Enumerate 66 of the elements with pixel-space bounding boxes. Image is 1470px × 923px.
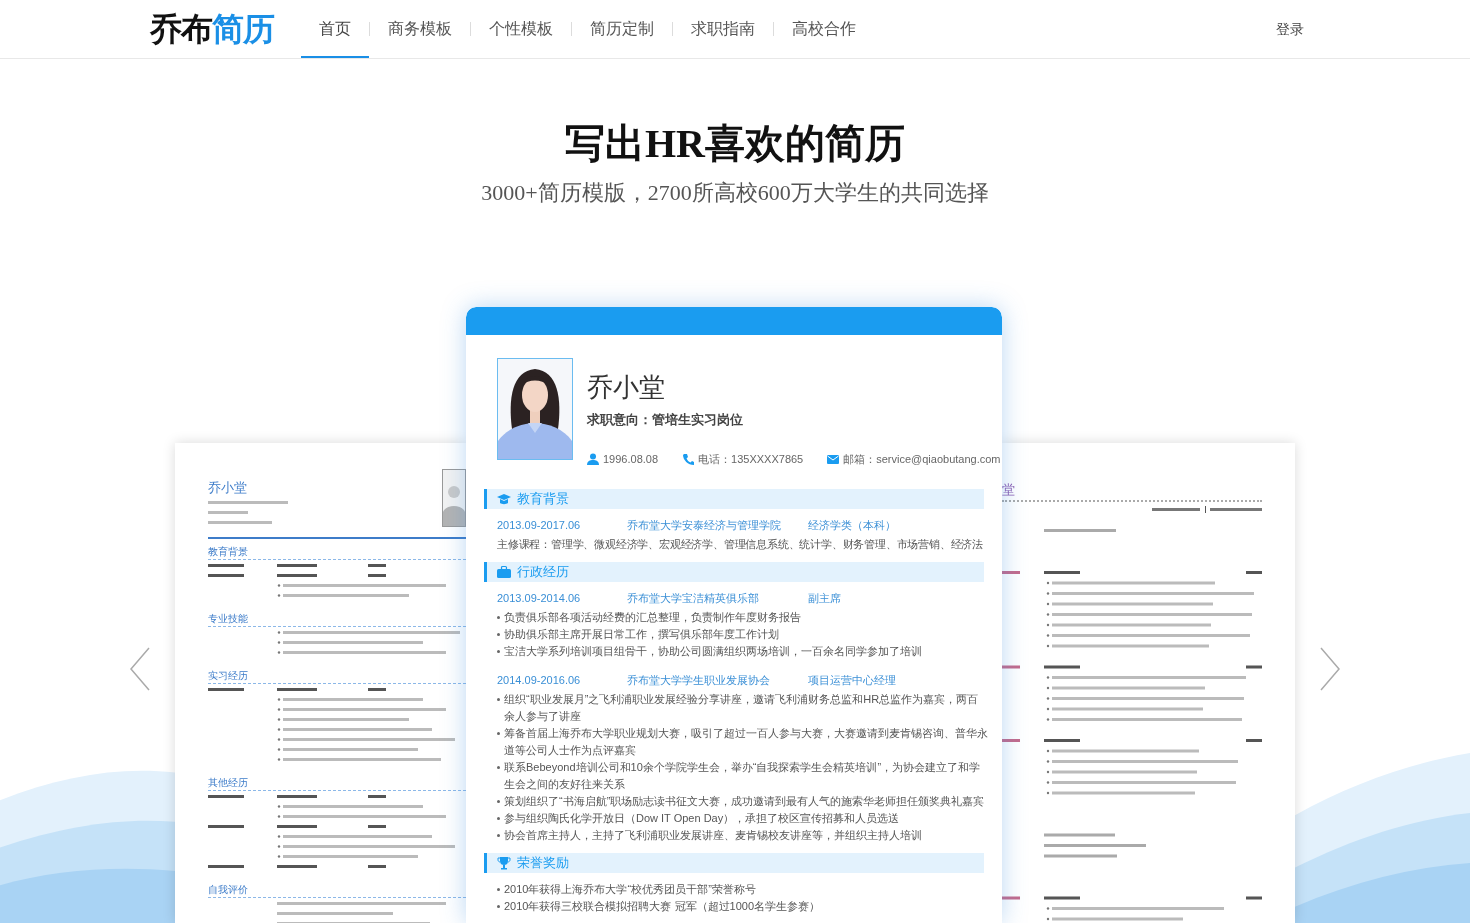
entry-text: 主修课程：管理学、微观经济学、宏观经济学、管理信息系统、统计学、财务管理、市场营销、经济法	[497, 536, 984, 552]
nav-tab[interactable]: 首页	[301, 0, 369, 58]
nav-tab[interactable]: 个性模板	[471, 0, 571, 58]
entry-date: 2014.09-2016.06	[497, 672, 582, 688]
nav-tab[interactable]: 高校合作	[774, 0, 874, 58]
bullet-text: 宝洁大学系列培训项目组骨干，协助公司圆满组织两场培训，一百余名同学参加了培训	[504, 643, 922, 659]
chevron-right-icon	[1319, 647, 1341, 691]
section-title: 教育背景	[208, 545, 466, 560]
logo[interactable]: 乔布简历	[150, 13, 277, 45]
mail-icon	[827, 453, 840, 466]
entry-organization: 乔布堂大学安泰经济与管理学院	[627, 517, 782, 533]
entry-organization: 乔布堂大学宝洁精英俱乐部	[627, 590, 760, 606]
nav-tab[interactable]: 简历定制	[572, 0, 672, 58]
contact-text: 电话：135XXXX7865	[698, 452, 804, 467]
bullet-text: 协会首席主持人，主持了飞利浦职业发展讲座、麦肯锡校友讲座等，并组织主持人培训	[504, 827, 922, 843]
job-objective: 求职意向：管培生实习岗位	[587, 411, 744, 429]
login-link[interactable]: 登录	[1276, 18, 1304, 40]
entry-role: 经济学类（本科）	[808, 517, 896, 533]
bullet-text: 联系Bebeyond培训公司和10余个学院学生会，举办“自我探索学生会精英培训”，为协会建立了和学生会之间的友好往来关系	[504, 759, 982, 792]
bullet-icon	[497, 904, 500, 908]
bullet-icon	[497, 765, 500, 769]
bullet-icon	[497, 697, 500, 701]
entry-role: 项目运营中心经理	[808, 672, 896, 688]
phone-icon	[682, 453, 695, 466]
bullet-text: 策划组织了“书海启航”职场励志读书征文大赛，成功邀请到最有人气的施索华老师担任颁奖典礼嘉宾	[504, 793, 985, 809]
contact-text: 邮箱：service@qiaobutang.com	[843, 452, 1001, 467]
bullet-icon	[497, 833, 500, 837]
entry-date: 2013.09-2017.06	[497, 517, 582, 533]
candidate-name: 乔小堂	[208, 479, 248, 497]
entry-date: 2013.09-2014.06	[497, 590, 582, 606]
bullet-text: 参与组织陶氏化学开放日（Dow IT Open Day），承担了校区宣传招募和人员选送	[504, 810, 900, 826]
bullet-icon	[497, 731, 500, 735]
bullet-icon	[497, 615, 500, 619]
section-title: 专业技能	[208, 612, 466, 627]
section-title: 教育背景	[517, 492, 569, 505]
bullet-icon	[497, 799, 500, 803]
person-icon	[587, 453, 599, 466]
bullet-icon	[497, 887, 500, 891]
bullet-icon	[497, 632, 500, 636]
entry-organization: 乔布堂大学学生职业发展协会	[627, 672, 771, 688]
section-title: 荣誉奖励	[517, 856, 569, 869]
next-button[interactable]	[1318, 646, 1342, 692]
section-title: 行政经历	[517, 565, 569, 578]
previous-button[interactable]	[128, 646, 152, 692]
bullet-text: 负责俱乐部各项活动经费的汇总整理，负责制作年度财务报告	[504, 609, 801, 625]
section-title: 自我评价	[208, 883, 466, 898]
bullet-text: 组织“职业发展月”之飞利浦职业发展经验分享讲座，邀请飞利浦财务总监和HR总监作为嘉宾，两百余人参与了讲座	[504, 691, 980, 724]
bullet-icon	[497, 649, 500, 653]
candidate-name: 乔小堂	[587, 372, 666, 402]
nav-tab[interactable]: 求职指南	[673, 0, 773, 58]
contact-text: 1996.08.08	[603, 452, 659, 467]
bullet-text: 2010年获得上海乔布大学“校优秀团员干部”荣誉称号	[504, 881, 756, 897]
hero-title: 写出HR喜欢的简历	[565, 121, 905, 167]
bullet-text: 协助俱乐部主席开展日常工作，撰写俱乐部年度工作计划	[504, 626, 779, 642]
bullet-text: 筹备首届上海乔布大学职业规划大赛，吸引了超过一百人参与大赛，大赛邀请到麦肯锡咨询、普华永道等公司人士作为点评嘉宾	[504, 725, 988, 758]
chevron-left-icon	[129, 647, 151, 691]
entry-role: 副主席	[808, 590, 841, 606]
bullet-icon	[497, 816, 500, 820]
briefcase-icon	[497, 564, 511, 579]
section-title: 实习经历	[208, 669, 466, 684]
nav-tab[interactable]: 商务模板	[370, 0, 470, 58]
bullet-text: 2010年获得三校联合模拟招聘大赛 冠军（超过1000名学生参赛）	[504, 898, 820, 914]
trophy-icon	[497, 855, 511, 870]
hero-subtitle: 3000+简历模版，2700所高校600万大学生的共同选择	[481, 179, 989, 207]
graduation-cap-icon	[497, 491, 511, 506]
section-title: 其他经历	[208, 776, 466, 791]
